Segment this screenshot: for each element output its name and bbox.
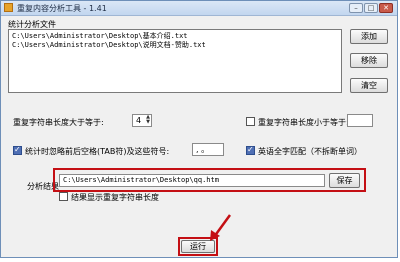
file-list-item[interactable]: C:\Users\Administrator\Desktop\说明文档-赞助.t… bbox=[12, 41, 338, 50]
minimize-button[interactable]: – bbox=[349, 3, 363, 13]
close-button[interactable]: ✕ bbox=[379, 3, 393, 13]
save-button[interactable]: 保存 bbox=[329, 173, 360, 188]
spin-down-icon[interactable]: ▼ bbox=[145, 120, 151, 125]
arrow-icon bbox=[210, 214, 232, 241]
file-list-item[interactable]: C:\Users\Administrator\Desktop\基本介绍.txt bbox=[12, 32, 338, 41]
remove-button[interactable]: 移除 bbox=[350, 53, 388, 68]
show-length-label: 结果显示重复字符串长度 bbox=[71, 193, 159, 202]
result-path-input[interactable]: C:\Users\Administrator\Desktop\qq.htm bbox=[59, 174, 325, 187]
max-length-checkbox[interactable] bbox=[246, 117, 255, 126]
ignore-symbols-label: 统计时忽略前后空格(TAB符)及这些符号: bbox=[25, 147, 170, 156]
app-icon bbox=[4, 3, 13, 12]
show-length-checkbox[interactable] bbox=[59, 192, 68, 201]
min-length-label: 重复字符串长度大于等于: bbox=[13, 118, 104, 127]
window-title: 重复内容分析工具 - 1.41 bbox=[17, 4, 107, 13]
max-length-input[interactable] bbox=[347, 114, 373, 127]
maximize-button[interactable]: □ bbox=[364, 3, 378, 13]
app-window: 重复内容分析工具 - 1.41 – □ ✕ 统计分析文件 C:\Users\Ad… bbox=[0, 0, 398, 258]
ignore-symbols-checkbox[interactable] bbox=[13, 146, 22, 155]
whole-word-checkbox[interactable] bbox=[246, 146, 255, 155]
max-length-label: 重复字符串长度小于等于: bbox=[258, 118, 349, 127]
whole-word-label: 英语全字匹配（不拆断单词） bbox=[258, 147, 362, 156]
file-list[interactable]: C:\Users\Administrator\Desktop\基本介绍.txt … bbox=[8, 29, 342, 93]
title-bar: 重复内容分析工具 - 1.41 – □ ✕ bbox=[1, 1, 397, 16]
add-button[interactable]: 添加 bbox=[350, 29, 388, 44]
ignore-symbols-input[interactable]: , 。 bbox=[192, 143, 224, 156]
clear-button[interactable]: 清空 bbox=[350, 78, 388, 93]
